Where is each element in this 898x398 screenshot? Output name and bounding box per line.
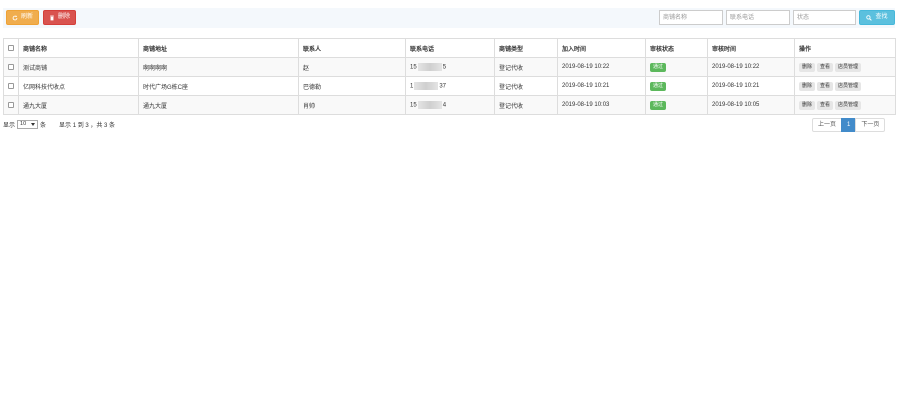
status-input[interactable] [793, 10, 856, 25]
phone-redaction [414, 82, 439, 90]
show-label: 显示 [3, 122, 16, 129]
row-checkbox[interactable] [8, 82, 14, 89]
status-cell: 通过 [645, 57, 708, 77]
join-time-cell: 2019-08-19 10:03 [557, 95, 646, 115]
toolbar: 刷新 删除 查找 [3, 8, 895, 28]
phone-prefix: 1 [410, 83, 414, 90]
status-badge: 通过 [650, 81, 667, 91]
phone-input[interactable] [726, 10, 790, 25]
column-header[interactable]: 加入时间 [557, 38, 646, 58]
next-page-button[interactable]: 下一页 [855, 118, 886, 132]
delete-label: 删除 [58, 14, 71, 20]
refresh-button[interactable]: 刷新 [6, 10, 40, 25]
row-checkbox[interactable] [8, 101, 14, 108]
shop-type-cell: 登记代收 [494, 76, 558, 96]
shop-name-cell: 亿网科技代收点 [18, 76, 139, 96]
table-header-row: 商铺名称 商铺地址 联系人 联系电话 商铺类型 加入时间 审核状态 审核时间 操… [3, 38, 896, 58]
row-staff-button[interactable]: 店员管理 [835, 62, 862, 72]
table-row[interactable]: 测试商铺 啊啊啊啊 赵 15 5 登记代收 2019-08-19 10:22 通过… [3, 57, 896, 77]
status-cell: 通过 [645, 76, 708, 96]
phone-prefix: 15 [410, 102, 417, 109]
shop-type-cell: 登记代收 [494, 57, 558, 77]
row-view-button[interactable]: 查看 [817, 100, 834, 110]
shop-type-cell: 登记代收 [494, 95, 558, 115]
contact-cell: 肖帅 [298, 95, 406, 115]
page-size-select[interactable]: 10 [17, 119, 39, 129]
shop-name-cell: 通九大厦 [18, 95, 139, 115]
caret-down-icon [31, 122, 36, 126]
shop-address-cell: 通九大厦 [138, 95, 299, 115]
pager: 上一页 1 下一页 [812, 118, 886, 132]
search-button[interactable]: 查找 [859, 10, 895, 25]
delete-button[interactable]: 删除 [43, 10, 77, 25]
shop-table: 商铺名称 商铺地址 联系人 联系电话 商铺类型 加入时间 审核状态 审核时间 操… [3, 38, 896, 115]
phone-redaction [417, 63, 442, 71]
phone-cell: 15 4 [405, 95, 495, 115]
row-select-cell [3, 76, 19, 96]
contact-cell: 巴德勒 [298, 76, 406, 96]
row-select-cell [3, 57, 19, 77]
page-size-value: 10 [20, 121, 27, 127]
refresh-icon [12, 14, 18, 20]
row-staff-button[interactable]: 店员管理 [835, 100, 862, 110]
review-time-cell: 2019-08-19 10:05 [707, 95, 795, 115]
shop-address-cell: 时代广场G栋C座 [138, 76, 299, 96]
status-badge: 通过 [650, 100, 667, 110]
column-header[interactable]: 审核时间 [707, 38, 795, 58]
phone-suffix: 5 [442, 64, 447, 71]
unit-label: 条 [40, 122, 47, 129]
row-delete-button[interactable]: 删除 [799, 100, 816, 110]
phone-prefix: 15 [410, 64, 417, 71]
pagination-info: 显示 10 条 显示 1 到 3 ，共 3 条 [3, 119, 115, 129]
shop-name-input[interactable] [659, 10, 723, 25]
column-header[interactable]: 联系人 [298, 38, 406, 58]
row-delete-button[interactable]: 删除 [799, 62, 816, 72]
join-time-cell: 2019-08-19 10:22 [557, 57, 646, 77]
search-label: 查找 [875, 14, 888, 20]
review-time-cell: 2019-08-19 10:22 [707, 57, 795, 77]
row-select-cell [3, 95, 19, 115]
shop-name-cell: 测试商铺 [18, 57, 139, 77]
column-header: 操作 [794, 38, 896, 58]
column-header[interactable]: 商铺地址 [138, 38, 299, 58]
phone-cell: 15 5 [405, 57, 495, 77]
status-badge: 通过 [650, 62, 667, 72]
column-header[interactable]: 审核状态 [645, 38, 708, 58]
phone-suffix: 37 [439, 83, 447, 90]
table-row[interactable]: 亿网科技代收点 时代广场G栋C座 巴德勒 1 37 登记代收 2019-08-19… [3, 76, 896, 96]
actions-cell: 删除 查看 店员管理 [794, 57, 896, 77]
trash-icon [50, 15, 54, 20]
prev-page-button[interactable]: 上一页 [812, 118, 843, 132]
refresh-label: 刷新 [21, 14, 34, 20]
phone-redaction [417, 101, 442, 109]
contact-cell: 赵 [298, 57, 406, 77]
column-header[interactable]: 商铺类型 [494, 38, 558, 58]
status-cell: 通过 [645, 95, 708, 115]
actions-cell: 删除 查看 店员管理 [794, 95, 896, 115]
row-view-button[interactable]: 查看 [817, 81, 834, 91]
table-row[interactable]: 通九大厦 通九大厦 肖帅 15 4 登记代收 2019-08-19 10:03 通… [3, 95, 896, 115]
select-all-checkbox[interactable] [8, 44, 14, 51]
phone-suffix: 4 [442, 102, 447, 109]
select-all-cell [3, 38, 19, 58]
shop-address-cell: 啊啊啊啊 [138, 57, 299, 77]
review-time-cell: 2019-08-19 10:21 [707, 76, 795, 96]
row-delete-button[interactable]: 删除 [799, 81, 816, 91]
row-view-button[interactable]: 查看 [817, 62, 834, 72]
actions-cell: 删除 查看 店员管理 [794, 76, 896, 96]
column-header[interactable]: 联系电话 [405, 38, 495, 58]
pagination-summary: 显示 1 到 3 ，共 3 条 [59, 122, 116, 129]
row-staff-button[interactable]: 店员管理 [835, 81, 862, 91]
search-icon [866, 14, 873, 21]
column-header[interactable]: 商铺名称 [18, 38, 139, 58]
join-time-cell: 2019-08-19 10:21 [557, 76, 646, 96]
phone-cell: 1 37 [405, 76, 495, 96]
current-page-button[interactable]: 1 [841, 118, 857, 132]
row-checkbox[interactable] [8, 63, 14, 70]
